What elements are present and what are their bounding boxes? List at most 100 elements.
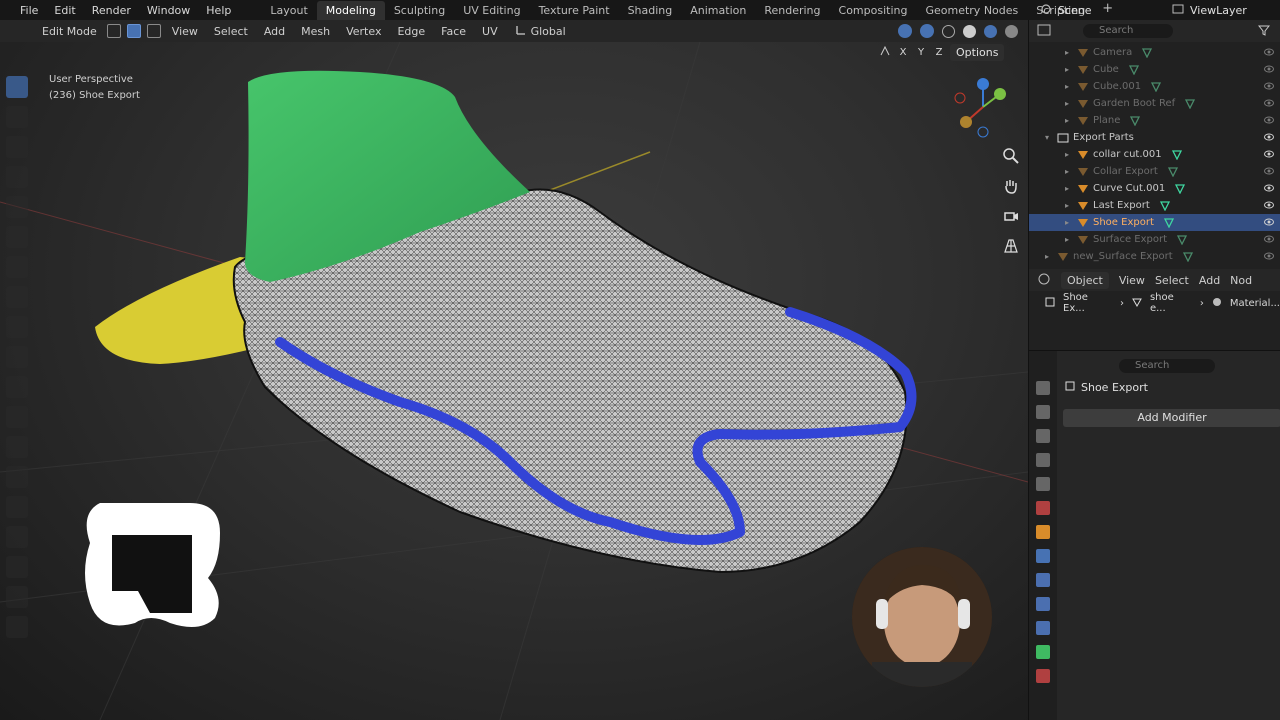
wireframe-shading-icon[interactable] [942, 24, 955, 38]
chevron-right-icon[interactable]: ▸ [1065, 184, 1077, 193]
vertex-select-button[interactable] [106, 24, 121, 38]
outliner-row[interactable]: ▸ Cube [1029, 61, 1280, 78]
outliner-row[interactable]: ▸ Collar Export [1029, 163, 1280, 180]
chevron-right-icon[interactable]: ▸ [1065, 235, 1077, 244]
add-modifier-button[interactable]: Add Modifier [1063, 409, 1280, 427]
bevel-tool-icon[interactable] [6, 376, 28, 398]
menu-mesh[interactable]: Mesh [294, 25, 337, 38]
tab-uv-editing[interactable]: UV Editing [454, 1, 529, 20]
poly-build-tool-icon[interactable] [6, 466, 28, 488]
outliner-row[interactable]: ▸ Cube.001 [1029, 78, 1280, 95]
shrink-tool-icon[interactable] [6, 556, 28, 578]
editor-type-icon-2[interactable] [1037, 273, 1051, 288]
object-tab-icon[interactable] [1036, 525, 1050, 539]
render-tab-icon[interactable] [1036, 405, 1050, 419]
transform-tool-icon[interactable] [6, 226, 28, 248]
modifier-tab-icon[interactable] [1036, 549, 1050, 563]
transform-orientation-dropdown[interactable]: Global [515, 24, 566, 39]
overlay-toggle-icon[interactable] [920, 24, 934, 38]
navigation-gizmo[interactable] [948, 72, 1018, 142]
breadcrumb-object[interactable]: Shoe Ex... [1063, 292, 1112, 314]
outliner-row[interactable]: ▸ Plane [1029, 112, 1280, 129]
chevron-down-icon[interactable]: ▾ [1045, 133, 1057, 142]
tool-tab-icon[interactable] [1036, 381, 1050, 395]
menu-uv[interactable]: UV [475, 25, 505, 38]
tab-shading[interactable]: Shading [619, 1, 682, 20]
visibility-eye-icon[interactable] [1264, 200, 1274, 210]
menu-file[interactable]: File [0, 4, 46, 17]
outliner-row[interactable]: ▸ Curve Cut.001 [1029, 180, 1280, 197]
smooth-tool-icon[interactable] [6, 526, 28, 548]
editor-type-icon[interactable] [1037, 24, 1051, 39]
mirror-y-toggle[interactable]: Y [914, 47, 928, 58]
chevron-right-icon[interactable]: ▸ [1065, 201, 1077, 210]
chevron-right-icon[interactable]: ▸ [1065, 218, 1077, 227]
chevron-right-icon[interactable]: ▸ [1065, 65, 1077, 74]
chevron-right-icon[interactable]: ▸ [1065, 82, 1077, 91]
visibility-eye-icon[interactable] [1264, 217, 1274, 227]
menu-vertex[interactable]: Vertex [339, 25, 388, 38]
grid-view-icon[interactable] [1001, 238, 1021, 258]
knife-tool-icon[interactable] [6, 436, 28, 458]
chevron-right-icon[interactable]: ▸ [1065, 99, 1077, 108]
options-dropdown[interactable]: Options [950, 44, 1005, 61]
face-select-button[interactable] [146, 24, 161, 38]
visibility-eye-icon[interactable] [1264, 183, 1274, 193]
chevron-right-icon[interactable]: ▸ [1065, 167, 1077, 176]
tab-rendering[interactable]: Rendering [755, 1, 829, 20]
tab-animation[interactable]: Animation [681, 1, 755, 20]
extrude-tool-icon[interactable] [6, 316, 28, 338]
rip-tool-icon[interactable] [6, 616, 28, 638]
object-name[interactable]: Shoe Export [1081, 381, 1148, 394]
filter-icon[interactable] [1257, 24, 1271, 39]
menu-render[interactable]: Render [84, 4, 139, 17]
mirror-z-toggle[interactable]: Z [932, 47, 946, 58]
visibility-eye-icon[interactable] [1264, 251, 1274, 261]
physics-tab-icon[interactable] [1036, 597, 1050, 611]
outliner-row[interactable]: ▸ Surface Export [1029, 231, 1280, 248]
material-tab-icon[interactable] [1036, 669, 1050, 683]
material-shading-icon[interactable] [984, 24, 997, 38]
props-menu-select[interactable]: Select [1155, 274, 1189, 287]
visibility-eye-icon[interactable] [1264, 149, 1274, 159]
annotate-tool-icon[interactable] [6, 256, 28, 278]
view-layer-selector[interactable]: ViewLayer [1172, 2, 1280, 18]
breadcrumb-mesh[interactable]: shoe e... [1150, 292, 1192, 314]
tab-compositing[interactable]: Compositing [830, 1, 917, 20]
props-menu-add[interactable]: Add [1199, 274, 1220, 287]
object-mode-dropdown[interactable]: Object [1061, 271, 1109, 289]
tab-texture-paint[interactable]: Texture Paint [530, 1, 619, 20]
outliner-row[interactable]: ▸ collar cut.001 [1029, 146, 1280, 163]
menu-edge[interactable]: Edge [390, 25, 432, 38]
particles-tab-icon[interactable] [1036, 573, 1050, 587]
spin-tool-icon[interactable] [6, 496, 28, 518]
chevron-right-icon[interactable]: ▸ [1065, 116, 1077, 125]
outliner-row[interactable]: ▸ Camera [1029, 44, 1280, 61]
output-tab-icon[interactable] [1036, 429, 1050, 443]
data-tab-icon[interactable] [1036, 645, 1050, 659]
properties-search-input[interactable]: Search [1119, 359, 1215, 373]
outliner-search-input[interactable]: Search [1083, 24, 1173, 38]
visibility-eye-icon[interactable] [1264, 98, 1274, 108]
outliner-row[interactable]: ▸ Shoe Export [1029, 214, 1280, 231]
visibility-eye-icon[interactable] [1264, 132, 1274, 142]
camera-view-icon[interactable] [1001, 208, 1021, 228]
chevron-right-icon[interactable]: ▸ [1065, 150, 1077, 159]
tab-sculpting[interactable]: Sculpting [385, 1, 454, 20]
gizmo-toggle-icon[interactable] [898, 24, 912, 38]
visibility-eye-icon[interactable] [1264, 166, 1274, 176]
mirror-x-toggle[interactable]: X [896, 47, 910, 58]
visibility-eye-icon[interactable] [1264, 64, 1274, 74]
inset-tool-icon[interactable] [6, 346, 28, 368]
scale-tool-icon[interactable] [6, 196, 28, 218]
breadcrumb-material[interactable]: Material... [1230, 298, 1280, 309]
menu-edit[interactable]: Edit [46, 4, 83, 17]
rotate-tool-icon[interactable] [6, 166, 28, 188]
menu-select[interactable]: Select [207, 25, 255, 38]
constraints-tab-icon[interactable] [1036, 621, 1050, 635]
menu-face[interactable]: Face [434, 25, 473, 38]
tab-modeling[interactable]: Modeling [316, 0, 385, 20]
scene-selector[interactable]: Scene [1040, 2, 1150, 18]
solid-shading-icon[interactable] [963, 24, 976, 38]
menu-help[interactable]: Help [198, 4, 239, 17]
